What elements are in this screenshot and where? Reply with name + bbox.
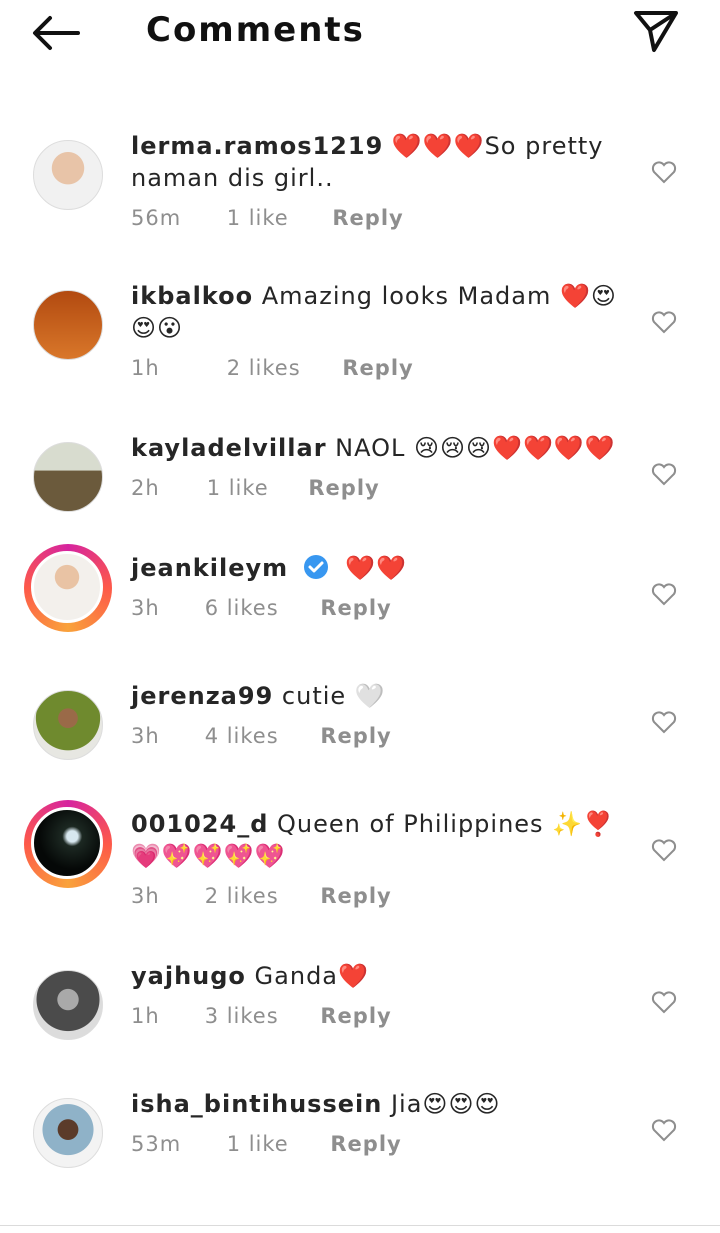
comment-likes[interactable]: 2 likes (205, 884, 313, 908)
comment-text: NAOL 😢😢😢❤️❤️❤️❤️ (335, 434, 616, 462)
avatar (31, 807, 103, 879)
comment-likes[interactable]: 2 likes (227, 356, 335, 380)
comments-list: lerma.ramos1219 ❤️❤️❤️So pretty naman di… (0, 122, 720, 1208)
comment-likes[interactable]: 1 like (227, 1132, 323, 1156)
bottom-divider (0, 1225, 720, 1226)
comment-likes[interactable]: 1 like (207, 476, 301, 500)
comment-likes[interactable]: 3 likes (205, 1004, 313, 1028)
avatar[interactable] (31, 138, 105, 212)
comment-username[interactable]: lerma.ramos1219 (131, 132, 383, 160)
reply-button[interactable]: Reply (320, 884, 391, 908)
comment-username[interactable]: isha_bintihussein (131, 1090, 382, 1118)
reply-button[interactable]: Reply (330, 1132, 401, 1156)
comment-likes[interactable]: 6 likes (205, 596, 313, 620)
comment-item: yajhugo Ganda❤️ 1h 3 likes Reply (0, 952, 720, 1080)
comment-meta: 3h 6 likes Reply (131, 596, 392, 620)
reply-button[interactable]: Reply (332, 206, 403, 230)
comment-likes[interactable]: 1 like (227, 206, 325, 230)
comment-item: 001024_d Queen of Philippines ✨❣️💗💖💖💖💖 3… (0, 800, 720, 952)
comment-time: 3h (131, 884, 160, 908)
reply-button[interactable]: Reply (320, 1004, 391, 1028)
comment-username[interactable]: ikbalkoo (131, 282, 253, 310)
header-bar: Comments (0, 0, 720, 70)
heart-icon[interactable] (651, 462, 677, 486)
avatar[interactable] (31, 288, 105, 362)
comment-item: lerma.ramos1219 ❤️❤️❤️So pretty naman di… (0, 122, 720, 272)
comment-meta: 1h 3 likes Reply (131, 1004, 392, 1028)
comment-text: ❤️❤️ (345, 554, 408, 582)
arrow-left-icon[interactable] (30, 12, 82, 54)
comment-time: 1h (131, 356, 160, 380)
paper-plane-icon[interactable] (632, 8, 680, 54)
comment-username[interactable]: kayladelvillar (131, 434, 327, 462)
comment-time: 3h (131, 596, 160, 620)
comment-item: jeankileym ❤️❤️ 3h 6 likes Reply (0, 544, 720, 672)
reply-button[interactable]: Reply (320, 596, 391, 620)
avatar[interactable] (31, 440, 105, 514)
page-title: Comments (146, 10, 365, 50)
comment-username[interactable]: yajhugo (131, 962, 246, 990)
heart-icon[interactable] (651, 582, 677, 606)
comment-username[interactable]: jeankileym (131, 554, 288, 582)
comment-item: isha_bintihussein Jia😍😍😍 53m 1 like Repl… (0, 1080, 720, 1208)
comment-meta: 2h 1 like Reply (131, 476, 380, 500)
heart-icon[interactable] (651, 990, 677, 1014)
comment-time: 53m (131, 1132, 182, 1156)
comment-time: 56m (131, 206, 182, 230)
avatar[interactable] (31, 688, 105, 762)
verified-badge-icon (303, 555, 328, 579)
heart-icon[interactable] (651, 160, 677, 184)
avatar (31, 551, 103, 623)
heart-icon[interactable] (651, 310, 677, 334)
comment-time: 2h (131, 476, 160, 500)
comment-time: 3h (131, 724, 160, 748)
reply-button[interactable]: Reply (308, 476, 379, 500)
comment-likes[interactable]: 4 likes (205, 724, 313, 748)
comment-item: jerenza99 cutie 🤍 3h 4 likes Reply (0, 672, 720, 800)
comment-text: Ganda❤️ (254, 962, 369, 990)
comment-item: ikbalkoo Amazing looks Madam ❤️😍😍😮 1h 2 … (0, 272, 720, 424)
avatar-story-ring[interactable] (24, 800, 112, 888)
comment-username[interactable]: jerenza99 (131, 682, 273, 710)
reply-button[interactable]: Reply (320, 724, 391, 748)
heart-icon[interactable] (651, 1118, 677, 1142)
comment-username[interactable]: 001024_d (131, 810, 268, 838)
avatar[interactable] (31, 968, 105, 1042)
avatar-story-ring[interactable] (24, 544, 112, 632)
comment-meta: 1h 2 likes Reply (131, 356, 414, 380)
comment-time: 1h (131, 1004, 160, 1028)
comment-meta: 56m 1 like Reply (131, 206, 404, 230)
comment-meta: 53m 1 like Reply (131, 1132, 402, 1156)
heart-icon[interactable] (651, 710, 677, 734)
comment-text: cutie 🤍 (281, 682, 386, 710)
reply-button[interactable]: Reply (342, 356, 413, 380)
avatar[interactable] (31, 1096, 105, 1170)
heart-icon[interactable] (651, 838, 677, 862)
comment-meta: 3h 4 likes Reply (131, 724, 392, 748)
comment-item: kayladelvillar NAOL 😢😢😢❤️❤️❤️❤️ 2h 1 lik… (0, 424, 720, 544)
comment-meta: 3h 2 likes Reply (131, 884, 392, 908)
comment-text: Jia😍😍😍 (390, 1090, 501, 1118)
